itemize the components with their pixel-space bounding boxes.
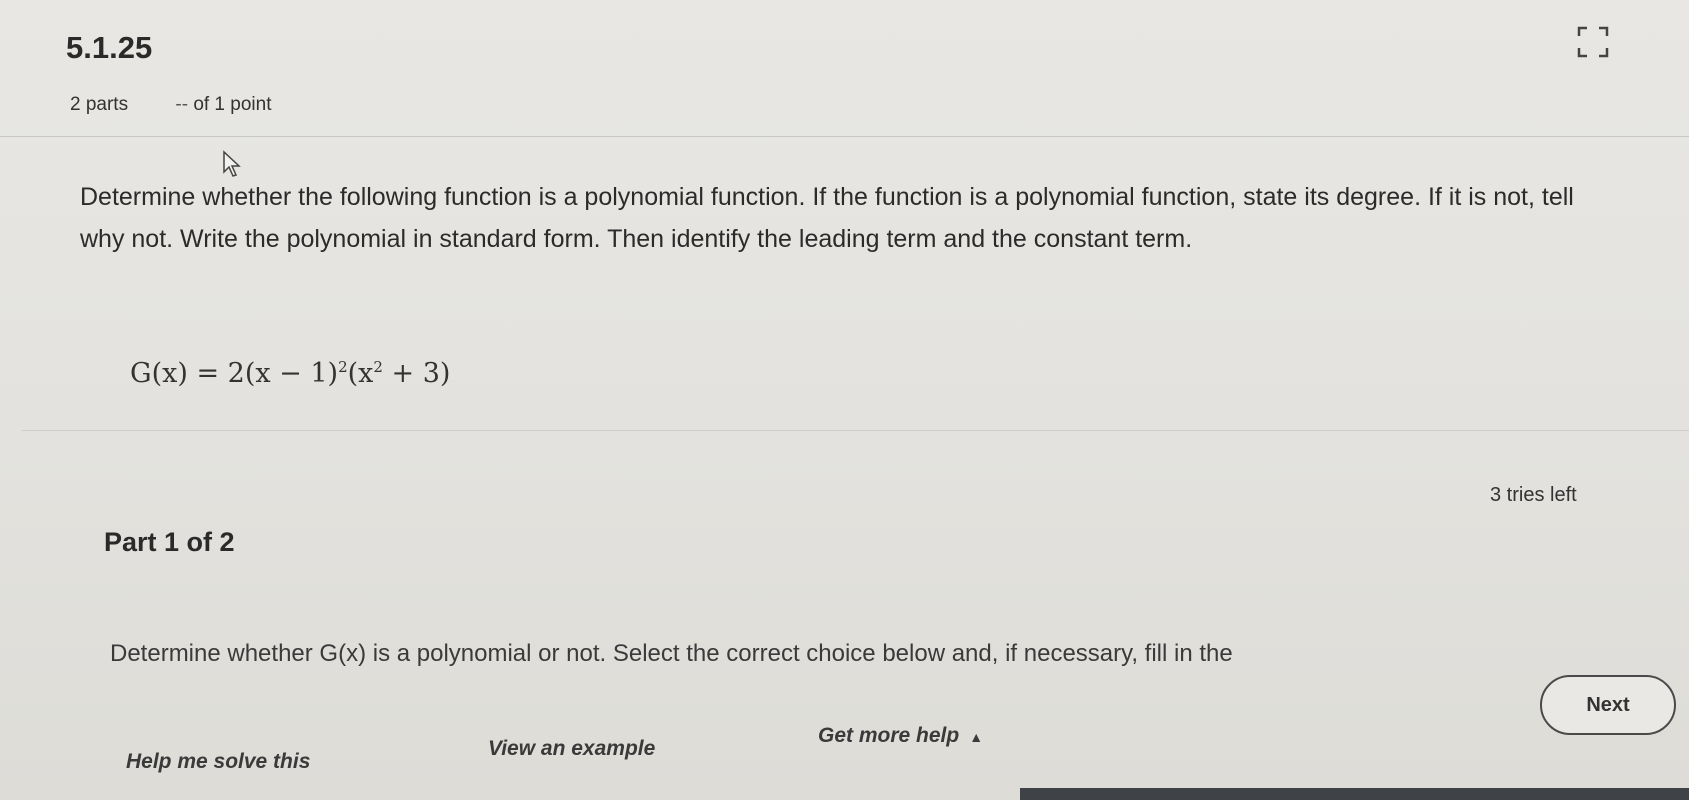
score-separator: -- xyxy=(175,94,189,115)
mouse-cursor-icon xyxy=(223,150,241,177)
parts-count: 2 parts xyxy=(70,94,129,115)
get-more-help-link[interactable]: Get more help ▲ xyxy=(818,724,983,748)
part-instruction: Determine whether G(x) is a polynomial o… xyxy=(110,640,1233,667)
function-formula: G(x) = 2(x − 1)2(x2 + 3) xyxy=(130,358,450,389)
problem-page: 5.1.25 2 parts -- of 1 point Determine w… xyxy=(0,0,1689,800)
part-label: Part 1 of 2 xyxy=(104,527,235,557)
expand-button[interactable] xyxy=(1575,24,1611,60)
formula-exponent-1: 2 xyxy=(338,358,348,376)
formula-lhs: G(x) = 2(x − 1) xyxy=(130,358,339,389)
question-divider xyxy=(22,430,1689,431)
problem-id: 5.1.25 xyxy=(66,30,153,65)
formula-exponent-2: 2 xyxy=(373,358,383,376)
formula-mid: (x xyxy=(347,358,374,389)
view-example-link[interactable]: View an example xyxy=(488,737,655,761)
header-divider xyxy=(0,136,1689,137)
caret-up-icon: ▲ xyxy=(969,729,984,745)
next-button[interactable]: Next xyxy=(1540,675,1676,735)
points-label: of 1 point xyxy=(193,94,272,115)
expand-icon xyxy=(1577,26,1609,58)
formula-rhs: + 3) xyxy=(382,358,451,389)
bottom-bar xyxy=(1020,788,1689,800)
problem-meta: 2 parts -- of 1 point xyxy=(70,94,271,116)
help-me-solve-link[interactable]: Help me solve this xyxy=(126,750,310,774)
get-more-help-label: Get more help xyxy=(818,724,960,747)
question-text: Determine whether the following function… xyxy=(80,183,1574,253)
tries-left: 3 tries left xyxy=(1490,484,1577,506)
